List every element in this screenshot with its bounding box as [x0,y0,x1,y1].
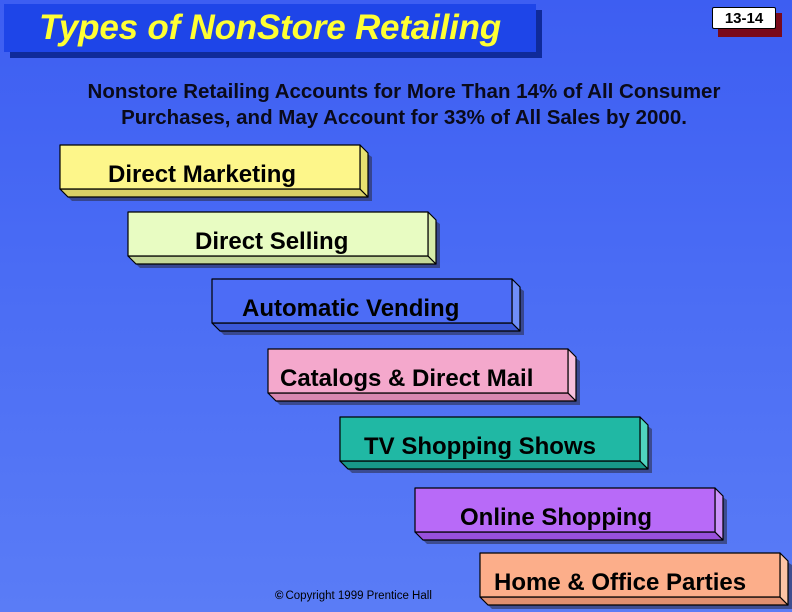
page-number: 13-14 [712,7,776,29]
copyright-text: Copyright 1999 Prentice Hall [285,590,432,602]
subtitle-line-2: Purchases, and May Account for 33% of Al… [121,106,687,129]
box-home-office-parties: Home & Office Parties [479,552,792,609]
box-label: Online Shopping [460,504,652,531]
slab-bottom-face [479,596,789,606]
slab-side-face [427,211,437,265]
slab-side-face [359,144,369,198]
slab-side-face [567,348,577,402]
page-number-badge: 13-14 [712,7,788,37]
slab-bottom-face [59,188,369,198]
box-direct-selling: Direct Selling [127,211,440,268]
slab-bottom-face [339,460,649,470]
slab-bottom-face [127,255,437,265]
box-label: Catalogs & Direct Mail [280,365,534,392]
slab-side-face [714,487,724,541]
slab-bottom-face [414,531,724,541]
slab-bottom-face [267,392,577,402]
slab-side-face [511,278,521,332]
box-label: TV Shopping Shows [364,433,596,460]
box-automatic-vending: Automatic Vending [211,278,524,335]
box-online-shopping: Online Shopping [414,487,727,544]
slab-side-face [779,552,789,606]
box-tv-shopping-shows: TV Shopping Shows [339,416,652,473]
slab-bottom-face [211,322,521,332]
slide-title: Types of NonStore Retailing [4,4,536,52]
box-direct-marketing: Direct Marketing [59,144,372,201]
copyright-icon: © [275,590,284,602]
subtitle: Nonstore Retailing Accounts for More Tha… [0,79,792,131]
subtitle-line-1: Nonstore Retailing Accounts for More Tha… [87,80,721,103]
box-label: Direct Selling [195,228,349,255]
box-label: Automatic Vending [242,295,460,322]
title-banner: Types of NonStore Retailing [4,4,542,58]
box-catalogs-direct-mail: Catalogs & Direct Mail [267,348,580,405]
slab-side-face [639,416,649,470]
box-label: Direct Marketing [108,161,297,188]
box-label: Home & Office Parties [494,569,747,596]
copyright-notice: © Copyright 1999 Prentice Hall [275,590,432,602]
